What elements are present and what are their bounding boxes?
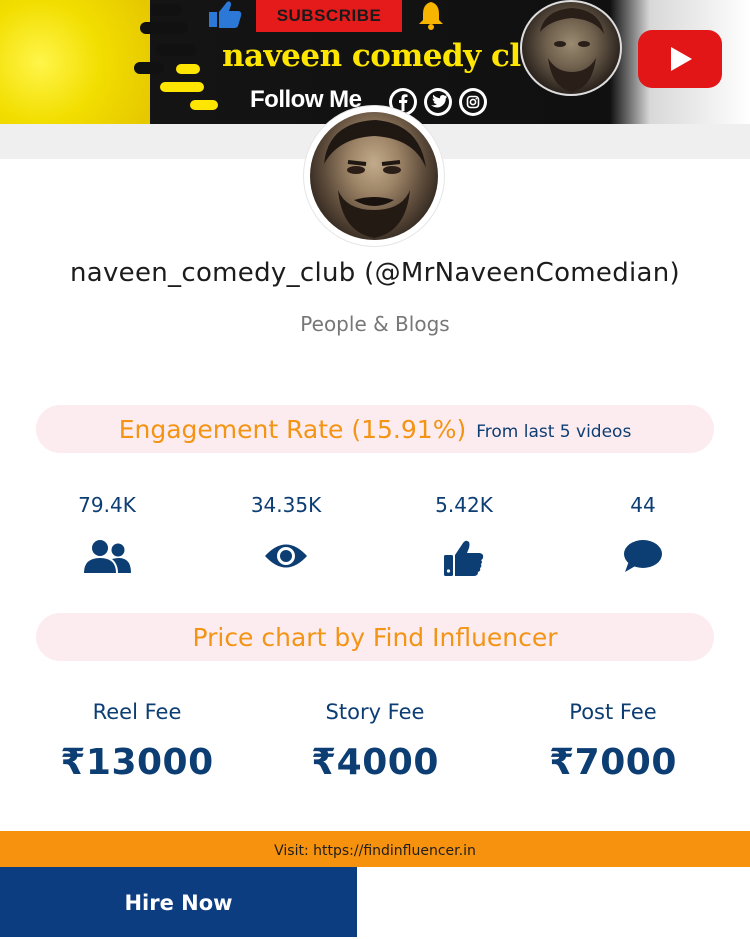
- instagram-icon: [459, 88, 487, 116]
- banner-swoosh: [134, 62, 164, 74]
- post-fee: Post Fee ₹7000: [503, 700, 723, 783]
- stat-subscribers: 79.4K: [37, 493, 177, 575]
- youtube-icon: [638, 30, 722, 88]
- post-fee-label: Post Fee: [569, 700, 657, 724]
- subscribe-button: SUBSCRIBE: [256, 0, 402, 32]
- banner-yellow-panel: [0, 0, 150, 124]
- story-fee-amount: ₹4000: [311, 742, 439, 783]
- stat-views-value: 34.35K: [250, 493, 322, 517]
- stat-views: 34.35K: [216, 493, 356, 573]
- stat-likes-value: 5.42K: [435, 493, 493, 517]
- banner-dash: [176, 64, 200, 74]
- banner-dash: [160, 82, 204, 92]
- stat-likes: 5.42K: [394, 493, 534, 577]
- hire-now-button[interactable]: Hire Now: [0, 867, 357, 937]
- post-fee-amount: ₹7000: [549, 742, 677, 783]
- bell-icon: [419, 2, 443, 30]
- reel-fee-amount: ₹13000: [60, 742, 214, 783]
- engagement-rate-title: Engagement Rate (15.91%): [118, 414, 467, 444]
- visit-bar: Visit: https://findinfluencer.in: [0, 831, 750, 867]
- visit-link[interactable]: Visit: https://findinfluencer.in: [0, 831, 750, 871]
- profile-username: naveen_comedy_club (@MrNaveenComedian): [69, 258, 681, 288]
- banner-swoosh: [156, 44, 196, 56]
- banner-profile-photo: [520, 0, 622, 96]
- story-fee: Story Fee ₹4000: [265, 700, 485, 783]
- profile-category: People & Blogs: [300, 312, 450, 336]
- banner-dash: [190, 100, 218, 110]
- like-icon: [209, 1, 242, 28]
- stat-comments-value: 44: [630, 493, 656, 517]
- eye-icon: [265, 544, 307, 568]
- comment-icon: [624, 540, 662, 572]
- stat-comments: 44: [573, 493, 713, 573]
- avatar: [304, 106, 444, 246]
- follow-me-label: Follow Me: [250, 86, 362, 113]
- price-chart-title: Price chart by Find Influencer: [192, 622, 558, 652]
- story-fee-label: Story Fee: [325, 700, 425, 724]
- price-chart-banner: Price chart by Find Influencer: [36, 613, 714, 661]
- reel-fee: Reel Fee ₹13000: [27, 700, 247, 783]
- banner-channel-title: naveen comedy club: [222, 38, 564, 74]
- banner-swoosh: [150, 4, 182, 16]
- engagement-rate-subtitle: From last 5 videos: [476, 422, 632, 442]
- users-icon: [84, 540, 131, 573]
- banner-swoosh: [140, 22, 188, 34]
- stat-subscribers-value: 79.4K: [78, 493, 136, 517]
- avatar-photo: [310, 112, 438, 240]
- thumbs-up-icon: [444, 540, 484, 576]
- reel-fee-label: Reel Fee: [92, 700, 182, 724]
- twitter-icon: [424, 88, 452, 116]
- engagement-rate-banner: Engagement Rate (15.91%) From last 5 vid…: [36, 405, 714, 453]
